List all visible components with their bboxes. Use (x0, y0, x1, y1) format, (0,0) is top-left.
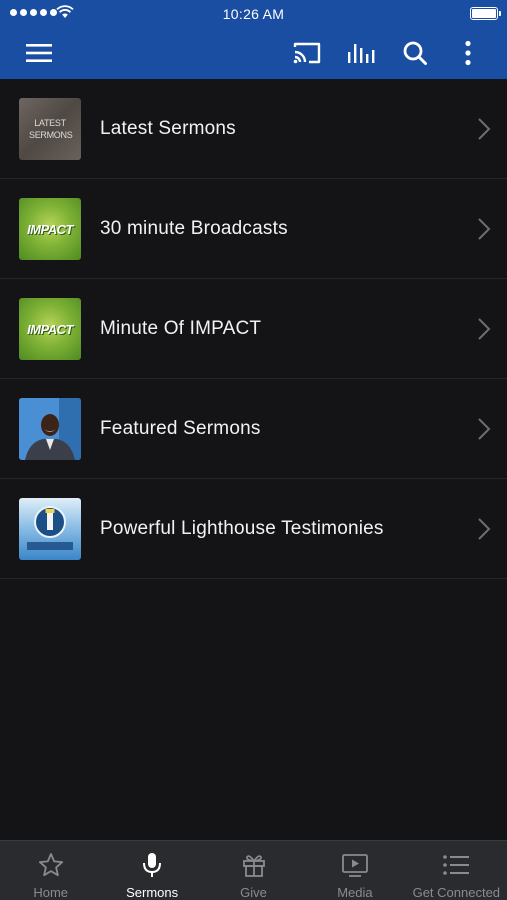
gift-icon (240, 851, 268, 879)
star-icon (37, 851, 65, 879)
status-time: 10:26 AM (222, 6, 285, 22)
tab-label: Get Connected (412, 885, 501, 900)
list-item-label: Powerful Lighthouse Testimonies (100, 518, 384, 539)
chevron-right-icon (478, 218, 491, 240)
thumbnail-text: LATEST SERMONS (29, 118, 73, 140)
chevron-right-icon (478, 518, 491, 540)
menu-icon[interactable] (24, 38, 54, 68)
list-item-30-minute-broadcasts[interactable]: IMPACT 30 minute Broadcasts (0, 179, 507, 279)
tab-sermons[interactable]: Sermons (101, 841, 202, 900)
list-item-minute-of-impact[interactable]: IMPACT Minute Of IMPACT (0, 279, 507, 379)
list-item-label: Featured Sermons (100, 418, 261, 439)
impact-thumbnail: IMPACT (19, 198, 81, 260)
app-header: 10:26 AM (0, 0, 507, 79)
list-item-label: Latest Sermons (100, 118, 236, 139)
tab-label: Home (33, 885, 69, 900)
bottom-tab-bar: Home Sermons Give Media Get Connected (0, 840, 507, 900)
tab-label: Give (240, 885, 267, 900)
list-item-label: Minute Of IMPACT (100, 318, 262, 339)
battery-icon (470, 7, 501, 20)
microphone-icon (138, 851, 166, 879)
tab-home[interactable]: Home (0, 841, 101, 900)
more-vertical-icon[interactable] (453, 38, 483, 68)
tab-label: Media (337, 885, 373, 900)
chevron-right-icon (478, 418, 491, 440)
preacher-photo-thumbnail (19, 398, 81, 460)
tab-media[interactable]: Media (304, 841, 405, 900)
video-icon (341, 851, 369, 879)
impact-thumbnail: IMPACT (19, 298, 81, 360)
status-bar: 10:26 AM (0, 0, 507, 28)
list-item-latest-sermons[interactable]: LATEST SERMONS Latest Sermons (0, 79, 507, 179)
tab-get-connected[interactable]: Get Connected (406, 841, 507, 900)
latest-sermons-thumbnail: LATEST SERMONS (19, 98, 81, 160)
lighthouse-logo-thumbnail (19, 498, 81, 560)
list-item-label: 30 minute Broadcasts (100, 218, 288, 239)
audio-bars-icon[interactable] (346, 38, 376, 68)
list-item-lighthouse-testimonies[interactable]: Powerful Lighthouse Testimonies (0, 479, 507, 579)
search-icon[interactable] (400, 38, 430, 68)
tab-give[interactable]: Give (203, 841, 304, 900)
list-icon (442, 851, 470, 879)
tab-label: Sermons (126, 885, 179, 900)
chevron-right-icon (478, 318, 491, 340)
thumbnail-text: IMPACT (27, 321, 73, 337)
thumbnail-text: IMPACT (27, 221, 73, 237)
cast-icon[interactable] (292, 38, 322, 68)
list-item-featured-sermons[interactable]: Featured Sermons (0, 379, 507, 479)
sermon-category-list: LATEST SERMONS Latest Sermons IMPACT 30 … (0, 79, 507, 579)
chevron-right-icon (478, 118, 491, 140)
